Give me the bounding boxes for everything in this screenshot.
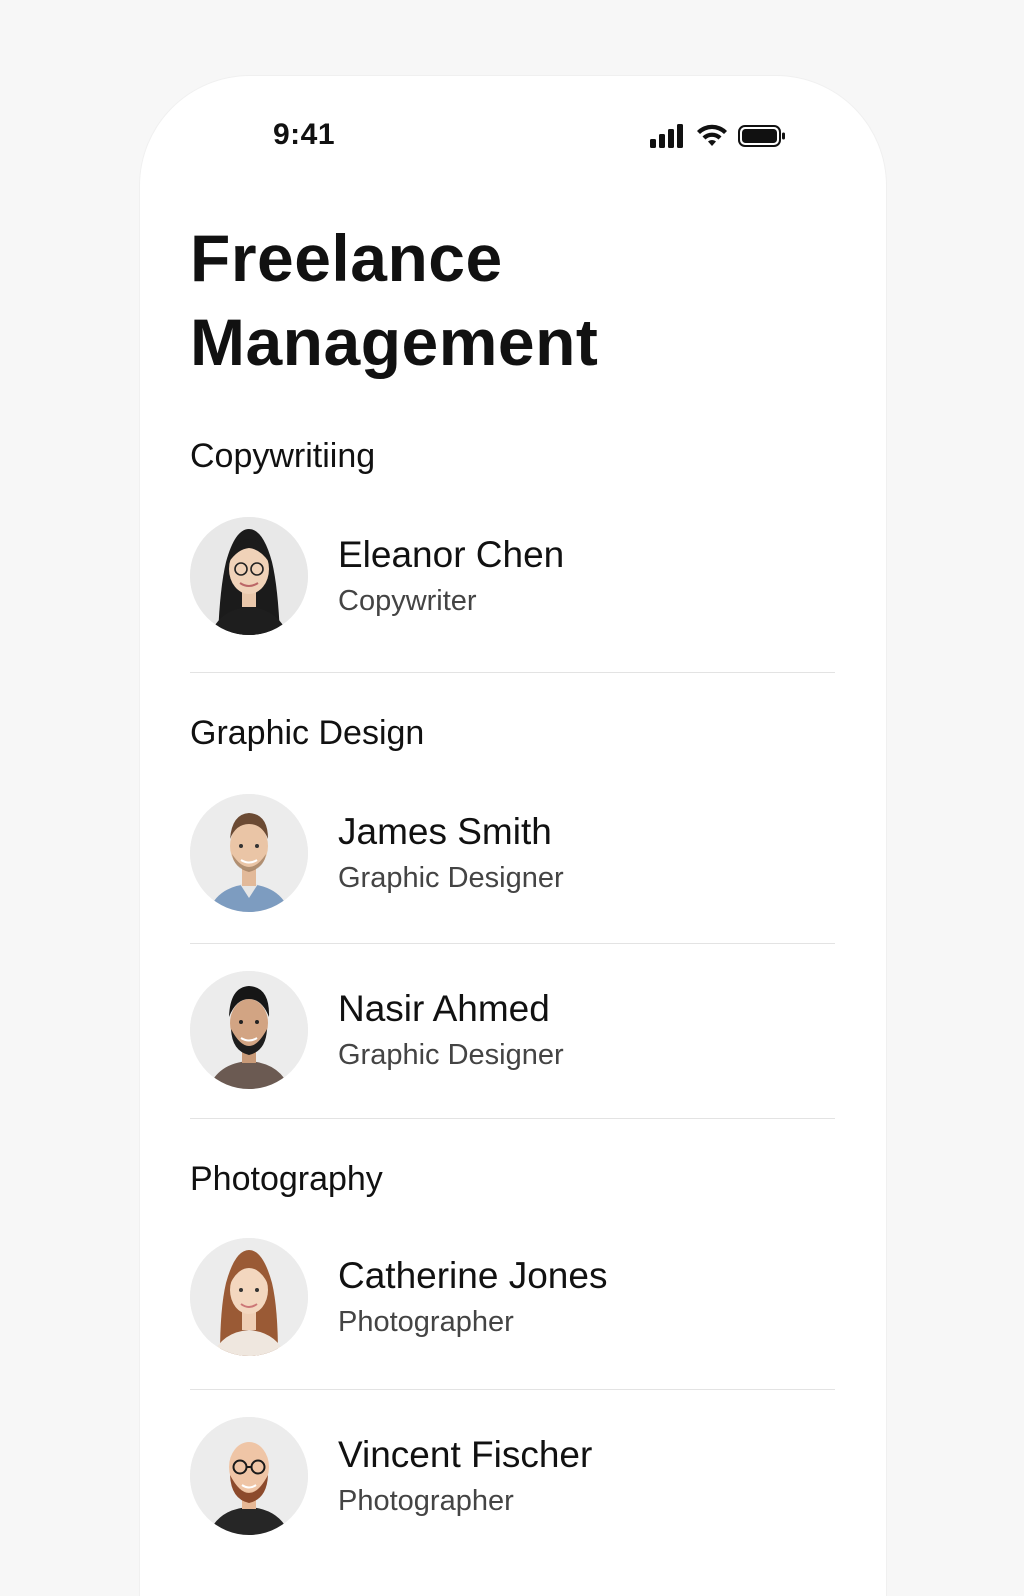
person-role: Graphic Designer <box>338 1039 564 1071</box>
person-text: Vincent Fischer Photographer <box>338 1433 592 1519</box>
person-role: Photographer <box>338 1306 514 1338</box>
person-role: Copywriter <box>338 585 477 617</box>
cellular-signal-icon <box>650 124 686 148</box>
status-bar: 9:41 <box>190 76 836 196</box>
avatar <box>190 971 308 1089</box>
battery-icon <box>738 124 786 148</box>
person-row[interactable]: Catherine Jones Photographer <box>190 1237 836 1357</box>
section-title: Graphic Design <box>190 714 425 752</box>
person-name: James Smith <box>338 811 552 852</box>
person-row[interactable]: James Smith Graphic Designer <box>190 793 836 913</box>
phone-screen: 9:41 Freelance Management Copywritiing E… <box>140 76 886 1596</box>
person-role: Graphic Designer <box>338 862 564 894</box>
person-name: Nasir Ahmed <box>338 988 550 1029</box>
section-title: Photography <box>190 1160 383 1198</box>
person-text: James Smith Graphic Designer <box>338 810 564 896</box>
person-text: Catherine Jones Photographer <box>338 1254 607 1340</box>
avatar <box>190 1417 308 1535</box>
person-row[interactable]: Eleanor Chen Copywriter <box>190 516 836 636</box>
person-text: Nasir Ahmed Graphic Designer <box>338 987 564 1073</box>
page-title: Freelance Management <box>190 221 599 379</box>
status-icons <box>650 124 786 148</box>
person-name: Eleanor Chen <box>338 534 565 575</box>
divider <box>190 1118 835 1119</box>
person-text: Eleanor Chen Copywriter <box>338 533 564 619</box>
section-copywriting: Copywritiing Eleanor Chen Copywriter <box>190 436 836 673</box>
avatar <box>190 1238 308 1356</box>
divider <box>190 672 835 673</box>
person-name: Vincent Fischer <box>338 1434 593 1475</box>
divider <box>190 1389 835 1390</box>
avatar <box>190 517 308 635</box>
section-photography: Photography Catherine Jones Photographer <box>190 1159 836 1536</box>
section-title: Copywritiing <box>190 437 376 475</box>
wifi-icon <box>696 124 728 148</box>
divider <box>190 943 835 944</box>
person-name: Catherine Jones <box>338 1255 608 1296</box>
person-row[interactable]: Nasir Ahmed Graphic Designer <box>190 970 836 1090</box>
person-row[interactable]: Vincent Fischer Photographer <box>190 1416 836 1536</box>
status-time: 9:41 <box>273 118 336 151</box>
section-graphic-design: Graphic Design James Smith Graphic Desig… <box>190 713 836 1119</box>
person-role: Photographer <box>338 1485 514 1517</box>
avatar <box>190 794 308 912</box>
